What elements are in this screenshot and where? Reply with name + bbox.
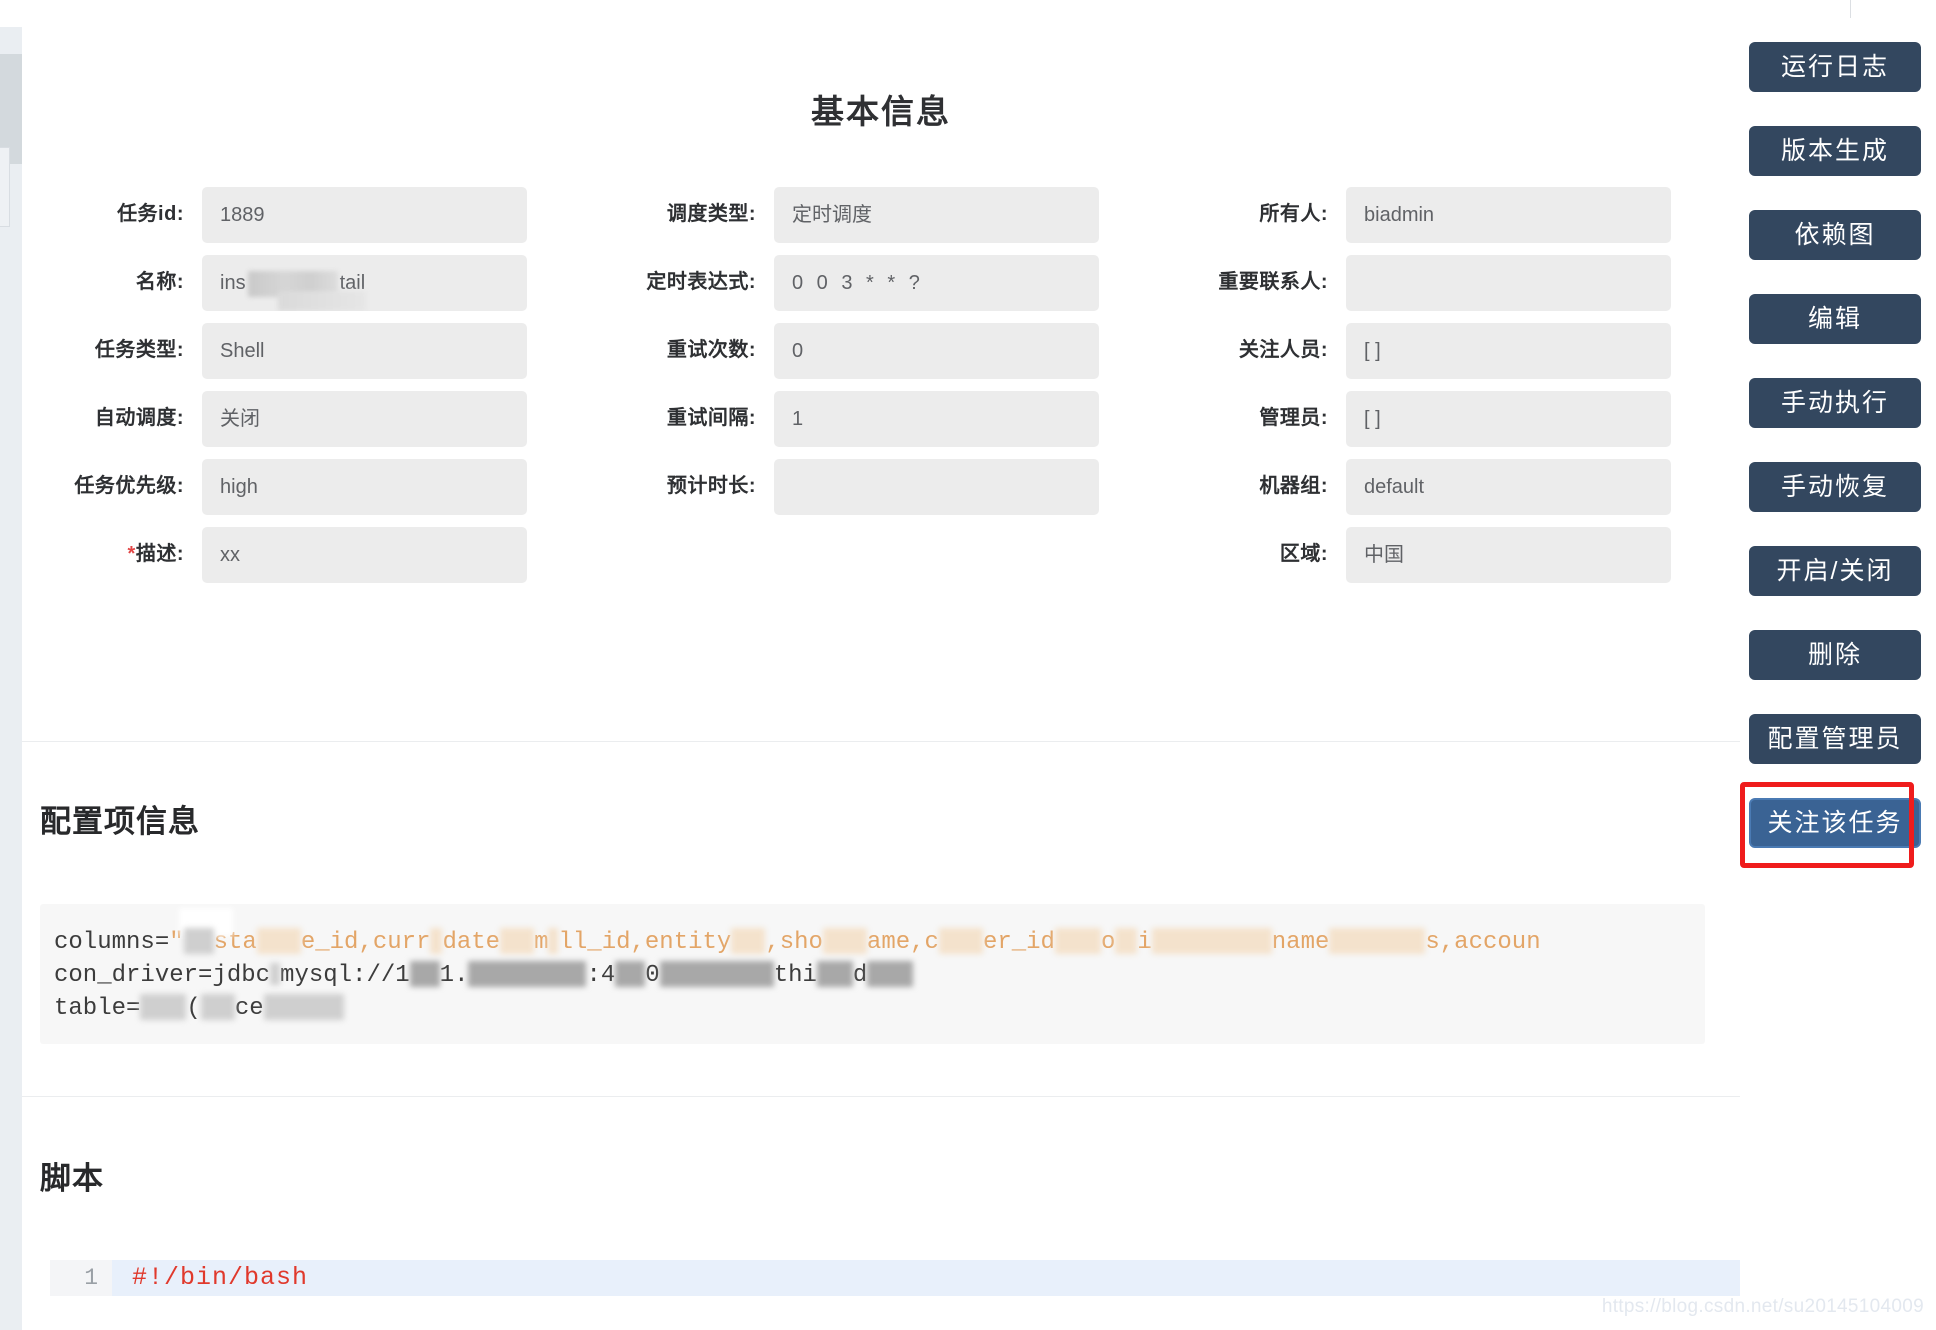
script-section-heading: 脚本 [40,1161,104,1196]
config-code-line: con_driver=jdbc mysql://1 1.:4 0 thi d [54,959,1705,992]
field-value[interactable] [774,459,1099,515]
enable-disable-button[interactable]: 开启/关闭 [1749,546,1921,596]
field-administrators: 管理员: [ ] [1166,391,1738,447]
field-schedule-type: 调度类型: 定时调度 [594,187,1166,243]
field-retry-interval: 重试间隔: 1 [594,391,1166,447]
field-value[interactable]: Shell [202,323,527,379]
field-value[interactable]: high [202,459,527,515]
field-value[interactable]: 1 [774,391,1099,447]
field-estimated-duration: 预计时长: [594,459,1166,515]
field-task-priority: 任务优先级: high [22,459,594,515]
field-value[interactable]: 定时调度 [774,187,1099,243]
run-log-button[interactable]: 运行日志 [1749,42,1921,92]
line-code[interactable]: #!/bin/bash [112,1260,308,1296]
field-label: 重试间隔: [666,407,756,429]
field-label: 机器组: [1259,475,1328,497]
version-generate-button[interactable]: 版本生成 [1749,126,1921,176]
top-divider [1850,0,1851,18]
field-value[interactable]: 0 0 3 * * ? [774,255,1099,311]
field-retry-count: 重试次数: 0 [594,323,1166,379]
manual-execute-button[interactable]: 手动执行 [1749,378,1921,428]
field-label: 预计时长: [666,475,756,497]
field-value[interactable]: 1889 [202,187,527,243]
field-task-type: 任务类型: Shell [22,323,594,379]
field-key-contact: 重要联系人: [1166,255,1738,311]
watermark: https://blog.csdn.net/su20145104009 [1601,1296,1924,1317]
task-detail-page: 基本信息 任务id: 1889 调度类型: 定时调度 所有人: biadmin [0,0,1936,1330]
field-value[interactable]: 关闭 [202,391,527,447]
field-label: 重要联系人: [1218,271,1328,293]
config-code-line: table=(ce [54,992,1705,1025]
field-label: 区域: [1279,543,1328,565]
field-followers: 关注人员: [ ] [1166,323,1738,379]
form-row: 任务类型: Shell 重试次数: 0 关注人员: [ ] [22,323,1740,379]
config-code-block: columns=" sta e_id,curr date m ll_id,entity ,s… [40,904,1705,1044]
dependency-graph-button[interactable]: 依赖图 [1749,210,1921,260]
field-label: 定时表达式: [646,271,756,293]
main-content-column: 基本信息 任务id: 1889 调度类型: 定时调度 所有人: biadmin [22,27,1740,1330]
field-name: 名称: ins tail [22,255,594,311]
line-number: 1 [50,1260,112,1296]
field-value-text: ins [220,272,246,294]
form-row: *描述: xx 区域: 中国 [22,527,1740,583]
field-value[interactable]: [ ] [1346,391,1671,447]
top-gutter [0,0,1936,27]
field-label: 所有人: [1259,203,1328,225]
field-cron-expression: 定时表达式: 0 0 3 * * ? [594,255,1166,311]
basic-info-panel: 基本信息 任务id: 1889 调度类型: 定时调度 所有人: biadmin [22,27,1740,741]
action-sidebar: 运行日志 版本生成 依赖图 编辑 手动执行 手动恢复 开启/关闭 删除 配置管理… [1740,27,1936,1330]
script-panel: 脚本 1 #!/bin/bash [22,1096,1740,1330]
field-value[interactable]: [ ] [1346,323,1671,379]
field-label: 任务类型: [94,339,184,361]
field-value[interactable]: default [1346,459,1671,515]
config-code-line: columns=" sta e_id,curr date m ll_id,entity ,s… [54,908,1705,959]
field-value[interactable]: biadmin [1346,187,1671,243]
field-label: 管理员: [1259,407,1328,429]
configure-admin-button[interactable]: 配置管理员 [1749,714,1921,764]
config-info-panel: 配置项信息 columns=" sta e_id,curr date m ll_id,en… [22,741,1740,1096]
field-value[interactable]: xx [202,527,527,583]
delete-button[interactable]: 删除 [1749,630,1921,680]
inner-panel-edge [0,147,10,227]
field-label: 名称: [135,271,184,293]
field-description: *描述: xx [22,527,594,583]
field-label: 任务优先级: [74,475,184,497]
form-row: 名称: ins tail 定时表达式: 0 0 3 * * ? 重要联系人: [22,255,1740,311]
redacted-block [278,291,366,311]
config-section-heading: 配置项信息 [40,804,200,839]
field-region: 区域: 中国 [1166,527,1738,583]
field-task-id: 任务id: 1889 [22,187,594,243]
form-row: 任务优先级: high 预计时长: 机器组: default [22,459,1740,515]
field-label: 调度类型: [666,203,756,225]
field-value[interactable] [1346,255,1671,311]
field-value[interactable]: 中国 [1346,527,1671,583]
field-label: 自动调度: [94,407,184,429]
field-label: 任务id: [117,203,184,225]
basic-info-form: 任务id: 1889 调度类型: 定时调度 所有人: biadmin 名称: i… [22,187,1740,595]
field-label: 重试次数: [666,339,756,361]
script-editor-line[interactable]: 1 #!/bin/bash [50,1260,1740,1296]
follow-task-wrapper: 关注该任务 [1740,782,1936,868]
manual-recover-button[interactable]: 手动恢复 [1749,462,1921,512]
field-label: 关注人员: [1238,339,1328,361]
field-label-text: 描述: [135,543,184,565]
form-row: 自动调度: 关闭 重试间隔: 1 管理员: [ ] [22,391,1740,447]
field-owner: 所有人: biadmin [1166,187,1738,243]
field-value[interactable]: 0 [774,323,1099,379]
field-machine-group: 机器组: default [1166,459,1738,515]
required-asterisk: * [127,543,136,565]
field-value[interactable]: ins tail [202,255,527,311]
script-editor[interactable]: 1 #!/bin/bash [50,1260,1740,1330]
follow-task-button[interactable]: 关注该任务 [1749,798,1921,848]
edit-button[interactable]: 编辑 [1749,294,1921,344]
page-title: 基本信息 [811,93,951,130]
field-label: *描述: [22,527,202,568]
form-row: 任务id: 1889 调度类型: 定时调度 所有人: biadmin [22,187,1740,243]
field-auto-schedule: 自动调度: 关闭 [22,391,594,447]
